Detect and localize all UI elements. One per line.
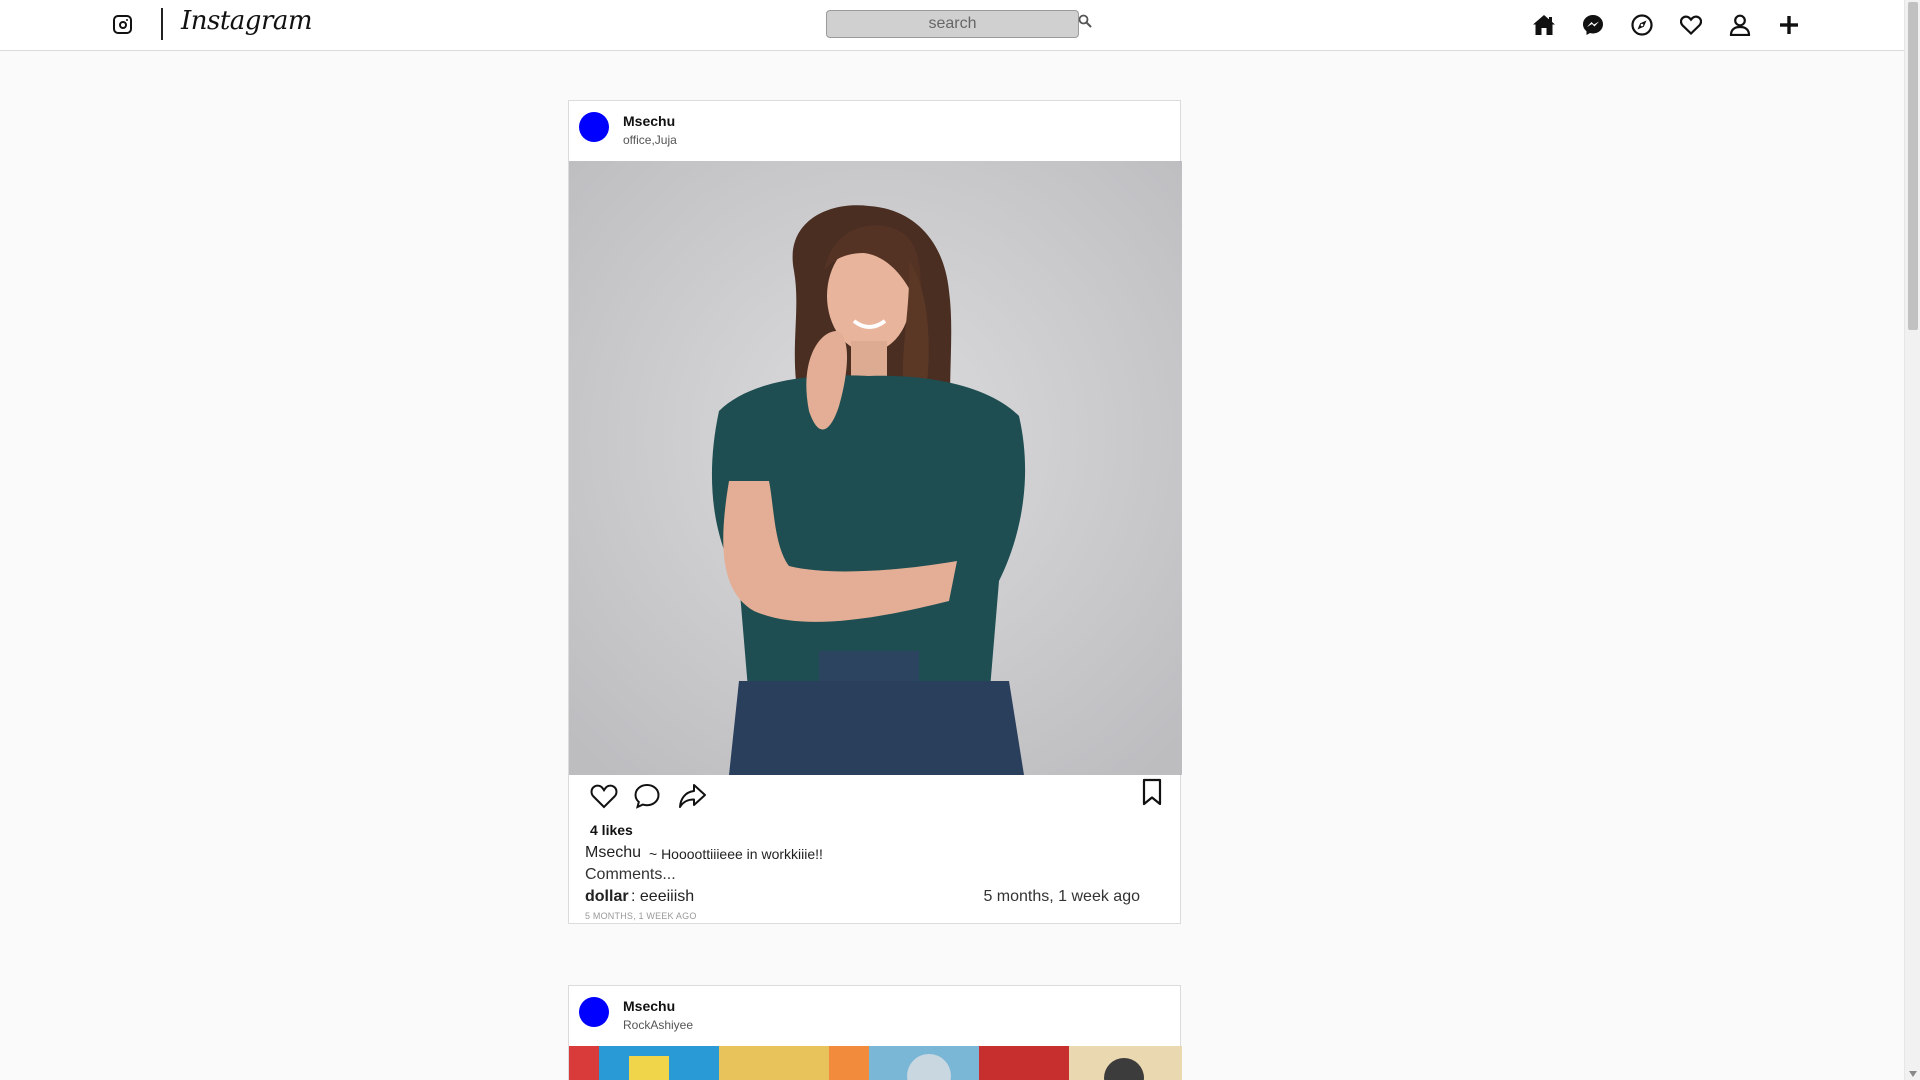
post-header: Msechu RockAshiyee bbox=[569, 986, 1180, 1046]
comment-text: : eeeiiish bbox=[631, 888, 695, 905]
caption-text: ~ Hoooottiiieee in workkiiie!! bbox=[649, 846, 823, 862]
post-photo[interactable] bbox=[569, 1046, 1182, 1080]
messenger-icon[interactable] bbox=[1579, 11, 1607, 39]
bookmark-icon[interactable] bbox=[1137, 777, 1167, 807]
post-username[interactable]: Msechu bbox=[623, 113, 675, 129]
nav-icon-group bbox=[1530, 11, 1803, 39]
like-heart-icon[interactable] bbox=[589, 781, 619, 811]
comments-link[interactable]: Comments... bbox=[585, 866, 676, 884]
post-photo[interactable] bbox=[569, 161, 1182, 775]
logo-divider bbox=[161, 8, 163, 40]
scroll-down-arrow-icon[interactable] bbox=[1909, 1071, 1917, 1077]
explore-icon[interactable] bbox=[1628, 11, 1656, 39]
instagram-wordmark[interactable]: Instagram bbox=[181, 6, 313, 36]
post-photo-illustration bbox=[569, 161, 1182, 775]
instagram-logo-icon[interactable] bbox=[113, 15, 132, 34]
post-timestamp: 5 MONTHS, 1 WEEK AGO bbox=[585, 911, 697, 921]
post-card: Msechu RockAshiyee bbox=[568, 985, 1182, 1080]
home-icon[interactable] bbox=[1530, 11, 1558, 39]
post-card: Msechu office,Juja 4 likes Msechu ~ Hooo… bbox=[568, 100, 1182, 924]
post-location[interactable]: office,Juja bbox=[623, 133, 677, 147]
like-count[interactable]: 4 likes bbox=[590, 822, 633, 838]
post-photo-illustration bbox=[569, 1046, 1182, 1080]
avatar[interactable] bbox=[579, 112, 609, 142]
heart-icon[interactable] bbox=[1677, 11, 1705, 39]
top-navbar: Instagram bbox=[0, 0, 1904, 51]
add-icon[interactable] bbox=[1775, 11, 1803, 39]
avatar[interactable] bbox=[579, 997, 609, 1027]
post-header: Msechu office,Juja bbox=[569, 101, 1180, 161]
share-icon[interactable] bbox=[677, 781, 707, 811]
page-scrollbar[interactable] bbox=[1904, 0, 1920, 1080]
post-username[interactable]: Msechu bbox=[623, 998, 675, 1014]
search-icon[interactable] bbox=[1078, 14, 1092, 28]
caption-username[interactable]: Msechu bbox=[585, 844, 641, 862]
comment-timestamp: 5 months, 1 week ago bbox=[983, 888, 1140, 905]
comment-icon[interactable] bbox=[632, 781, 662, 811]
comment-username[interactable]: dollar bbox=[585, 888, 629, 906]
post-location[interactable]: RockAshiyee bbox=[623, 1018, 693, 1032]
scrollbar-thumb[interactable] bbox=[1908, 2, 1918, 330]
profile-icon[interactable] bbox=[1726, 11, 1754, 39]
search-input[interactable] bbox=[826, 10, 1079, 38]
post-actions bbox=[569, 777, 1182, 821]
